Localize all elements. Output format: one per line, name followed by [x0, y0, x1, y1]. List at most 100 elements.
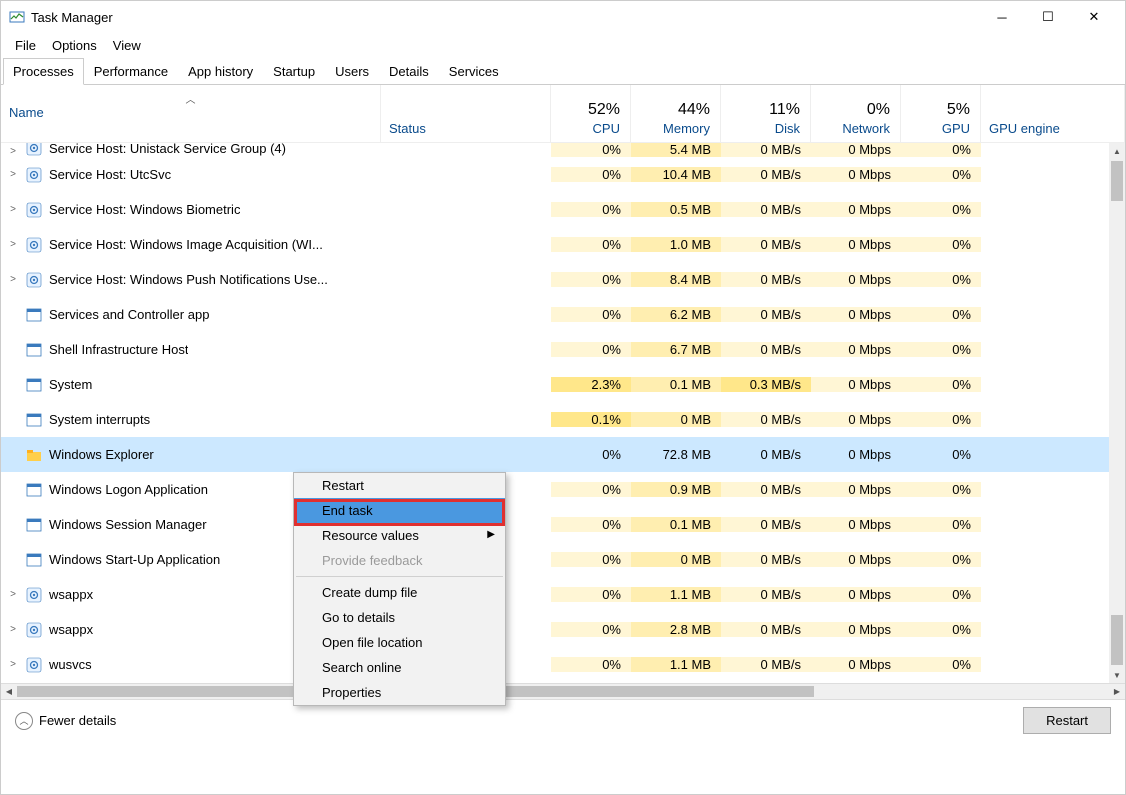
context-menu-item[interactable]: Go to details: [294, 605, 505, 630]
cpu-cell: 0%: [551, 447, 631, 462]
process-row[interactable]: Windows Explorer0%72.8 MB0 MB/s0 Mbps0%: [1, 437, 1109, 472]
expand-toggle-icon[interactable]: >: [1, 274, 25, 285]
process-row[interactable]: >Service Host: UtcSvc0%10.4 MB0 MB/s0 Mb…: [1, 157, 1109, 192]
scroll-thumb[interactable]: [1111, 161, 1123, 201]
process-name-cell: System interrupts: [25, 411, 381, 429]
context-menu-item[interactable]: Resource values▶: [294, 523, 505, 548]
memory-cell: 5.4 MB: [631, 143, 721, 157]
menu-options[interactable]: Options: [44, 36, 105, 55]
scroll-left-icon[interactable]: ◀: [1, 687, 17, 696]
process-name: Shell Infrastructure Host: [49, 342, 188, 357]
vertical-scrollbar[interactable]: ▲ ▼: [1109, 143, 1125, 683]
menu-separator: [296, 576, 503, 577]
process-row[interactable]: >Service Host: Windows Biometric0%0.5 MB…: [1, 192, 1109, 227]
context-menu-item: Provide feedback: [294, 548, 505, 573]
expand-toggle-icon[interactable]: >: [1, 589, 25, 600]
chevron-up-icon: ︿: [15, 712, 33, 730]
process-row[interactable]: >Service Host: Windows Image Acquisition…: [1, 227, 1109, 262]
process-name-cell: Services and Controller app: [25, 306, 381, 324]
menu-view[interactable]: View: [105, 36, 149, 55]
col-network[interactable]: 0%Network: [811, 85, 901, 142]
expand-toggle-icon[interactable]: >: [1, 169, 25, 180]
disk-cell: 0 MB/s: [721, 202, 811, 217]
process-row[interactable]: >wsappx0%2.8 MB0 MB/s0 Mbps0%: [1, 612, 1109, 647]
network-cell: 0 Mbps: [811, 377, 901, 392]
window-title: Task Manager: [31, 10, 113, 25]
gpu-cell: 0%: [901, 377, 981, 392]
tab-performance[interactable]: Performance: [84, 58, 178, 85]
scroll-up-icon[interactable]: ▲: [1109, 143, 1125, 159]
tab-startup[interactable]: Startup: [263, 58, 325, 85]
process-row[interactable]: Shell Infrastructure Host0%6.7 MB0 MB/s0…: [1, 332, 1109, 367]
sort-indicator-icon: ︿: [186, 91, 196, 106]
process-row[interactable]: Services and Controller app0%6.2 MB0 MB/…: [1, 297, 1109, 332]
gpu-cell: 0%: [901, 552, 981, 567]
context-menu-item[interactable]: Properties: [294, 680, 505, 705]
process-name: Windows Start-Up Application: [49, 552, 220, 567]
process-name: wsappx: [49, 622, 93, 637]
minimize-button[interactable]: ─: [979, 1, 1025, 33]
expand-toggle-icon[interactable]: >: [1, 239, 25, 250]
process-row[interactable]: System interrupts0.1%0 MB0 MB/s0 Mbps0%: [1, 402, 1109, 437]
memory-cell: 8.4 MB: [631, 272, 721, 287]
process-icon: [25, 236, 43, 254]
context-menu-item[interactable]: Search online: [294, 655, 505, 680]
expand-toggle-icon[interactable]: >: [1, 204, 25, 215]
maximize-button[interactable]: ☐: [1025, 1, 1071, 33]
gpu-cell: 0%: [901, 587, 981, 602]
scroll-right-icon[interactable]: ▶: [1109, 687, 1125, 696]
process-name-cell: Windows Explorer: [25, 446, 381, 464]
col-gpu-engine[interactable]: GPU engine: [981, 85, 1125, 142]
process-row[interactable]: > Service Host: Unistack Service Group (4…: [1, 143, 1109, 157]
title-bar: Task Manager ─ ☐ ✕: [1, 1, 1125, 33]
col-name[interactable]: ︿ Name: [1, 85, 381, 142]
scroll-thumb-lower[interactable]: [1111, 615, 1123, 665]
scroll-down-icon[interactable]: ▼: [1109, 667, 1125, 683]
col-gpu[interactable]: 5%GPU: [901, 85, 981, 142]
horizontal-scrollbar[interactable]: ◀ ▶: [1, 683, 1125, 699]
disk-cell: 0 MB/s: [721, 342, 811, 357]
tab-users[interactable]: Users: [325, 58, 379, 85]
memory-cell: 72.8 MB: [631, 447, 721, 462]
cpu-cell: 0%: [551, 622, 631, 637]
col-cpu[interactable]: 52%CPU: [551, 85, 631, 142]
memory-cell: 1.1 MB: [631, 587, 721, 602]
col-memory[interactable]: 44%Memory: [631, 85, 721, 142]
close-button[interactable]: ✕: [1071, 1, 1117, 33]
process-row[interactable]: System2.3%0.1 MB0.3 MB/s0 Mbps0%: [1, 367, 1109, 402]
context-menu-item[interactable]: End task: [294, 498, 505, 523]
context-menu: RestartEnd taskResource values▶Provide f…: [293, 472, 506, 706]
context-menu-item[interactable]: Open file location: [294, 630, 505, 655]
expand-toggle-icon[interactable]: >: [1, 624, 25, 635]
col-status[interactable]: Status: [381, 85, 551, 142]
tab-details[interactable]: Details: [379, 58, 439, 85]
cpu-cell: 0%: [551, 307, 631, 322]
menu-file[interactable]: File: [7, 36, 44, 55]
network-cell: 0 Mbps: [811, 342, 901, 357]
context-menu-item[interactable]: Restart: [294, 473, 505, 498]
process-name-cell: Service Host: UtcSvc: [25, 166, 381, 184]
fewer-details-toggle[interactable]: ︿ Fewer details: [15, 712, 116, 730]
cpu-cell: 0%: [551, 167, 631, 182]
gpu-cell: 0%: [901, 143, 981, 157]
tab-services[interactable]: Services: [439, 58, 509, 85]
footer-bar: ︿ Fewer details Restart: [1, 699, 1125, 741]
process-row[interactable]: >wusvcs0%1.1 MB0 MB/s0 Mbps0%: [1, 647, 1109, 682]
col-disk[interactable]: 11%Disk: [721, 85, 811, 142]
process-icon: [25, 516, 43, 534]
process-row[interactable]: Windows Session Manager0%0.1 MB0 MB/s0 M…: [1, 507, 1109, 542]
process-name: Service Host: Unistack Service Group (4): [49, 143, 286, 156]
expand-toggle-icon[interactable]: >: [1, 146, 25, 157]
process-name-cell: Service Host: Windows Biometric: [25, 201, 381, 219]
process-name: Windows Logon Application: [49, 482, 208, 497]
tab-app-history[interactable]: App history: [178, 58, 263, 85]
cpu-cell: 0%: [551, 237, 631, 252]
process-row[interactable]: Windows Logon Application0%0.9 MB0 MB/s0…: [1, 472, 1109, 507]
expand-toggle-icon[interactable]: >: [1, 659, 25, 670]
process-row[interactable]: Windows Start-Up Application0%0 MB0 MB/s…: [1, 542, 1109, 577]
process-row[interactable]: >wsappx0%1.1 MB0 MB/s0 Mbps0%: [1, 577, 1109, 612]
restart-button[interactable]: Restart: [1023, 707, 1111, 734]
process-row[interactable]: >Service Host: Windows Push Notification…: [1, 262, 1109, 297]
context-menu-item[interactable]: Create dump file: [294, 580, 505, 605]
tab-processes[interactable]: Processes: [3, 58, 84, 85]
